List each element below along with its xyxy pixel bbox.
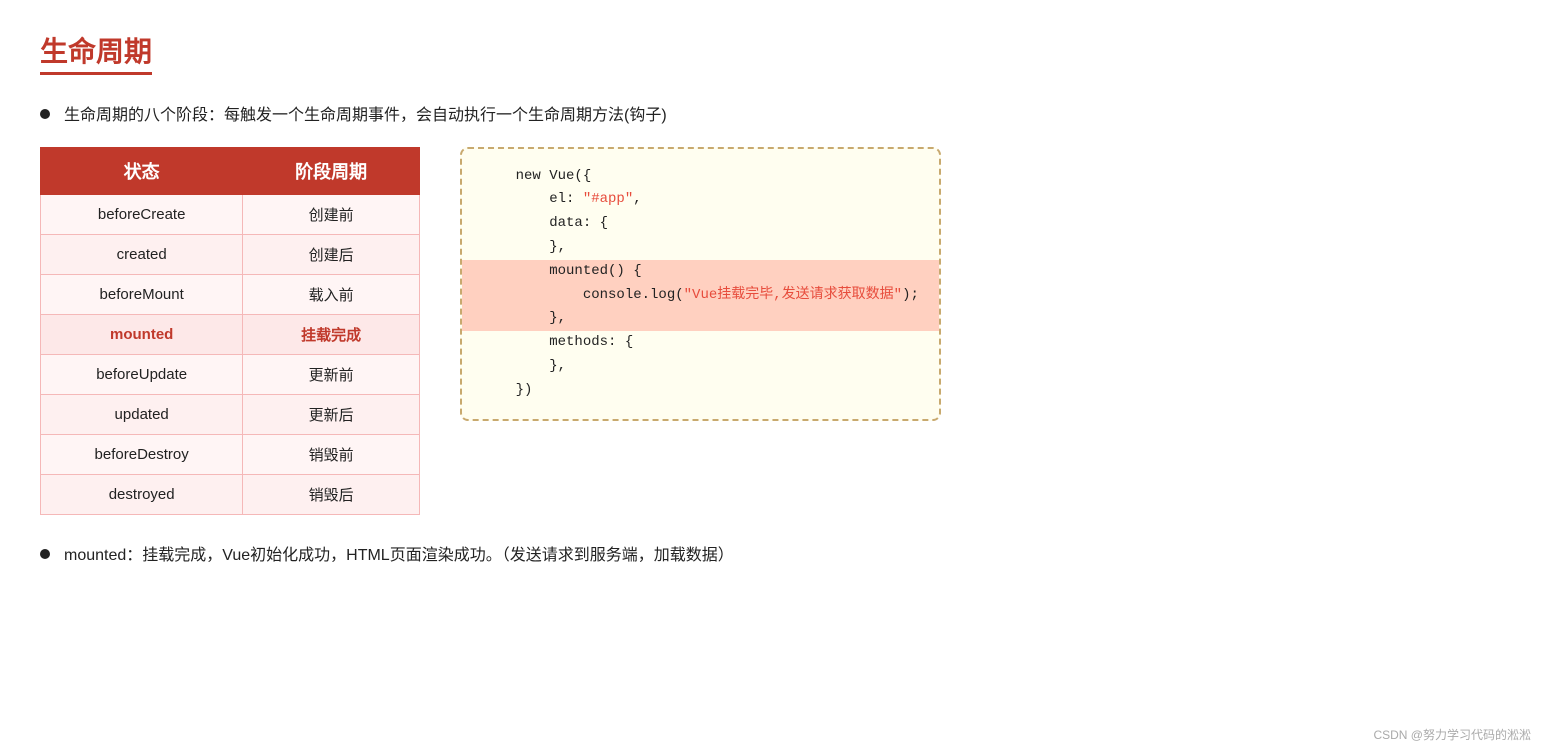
table-row: mounted挂载完成 bbox=[41, 314, 420, 354]
code-line: }, bbox=[462, 307, 939, 331]
table-header-state: 状态 bbox=[41, 147, 243, 194]
code-line: }, bbox=[482, 355, 919, 379]
page-title: 生命周期 bbox=[40, 30, 152, 75]
table-row: created创建后 bbox=[41, 234, 420, 274]
table-cell-phase: 更新前 bbox=[243, 354, 420, 394]
bottom-text: mounted：挂载完成，Vue初始化成功，HTML页面渲染成功。（发送请求到服… bbox=[64, 543, 734, 569]
bullet-dot bbox=[40, 109, 50, 119]
table-cell-state: beforeMount bbox=[41, 274, 243, 314]
intro-text: 生命周期的八个阶段：每触发一个生命周期事件，会自动执行一个生命周期方法(钩子) bbox=[64, 103, 667, 129]
code-line: mounted() { bbox=[462, 260, 939, 284]
table-row: beforeMount载入前 bbox=[41, 274, 420, 314]
table-cell-phase: 销毁后 bbox=[243, 474, 420, 514]
table-cell-phase: 更新后 bbox=[243, 394, 420, 434]
table-cell-phase: 挂载完成 bbox=[243, 314, 420, 354]
table-header-phase: 阶段周期 bbox=[243, 147, 420, 194]
table-row: beforeDestroy销毁前 bbox=[41, 434, 420, 474]
bottom-bullet: mounted：挂载完成，Vue初始化成功，HTML页面渲染成功。（发送请求到服… bbox=[40, 543, 1515, 569]
code-line: data: { bbox=[482, 212, 919, 236]
table-row: beforeUpdate更新前 bbox=[41, 354, 420, 394]
footer-note: CSDN @努力学习代码的淞淞 bbox=[1373, 726, 1531, 743]
code-line: el: "#app", bbox=[482, 188, 919, 212]
table-cell-state: destroyed bbox=[41, 474, 243, 514]
lifecycle-table: 状态 阶段周期 beforeCreate创建前created创建后beforeM… bbox=[40, 147, 420, 515]
code-line: new Vue({ bbox=[482, 165, 919, 189]
table-cell-state: updated bbox=[41, 394, 243, 434]
table-cell-phase: 载入前 bbox=[243, 274, 420, 314]
table-cell-state: created bbox=[41, 234, 243, 274]
table-cell-phase: 销毁前 bbox=[243, 434, 420, 474]
code-line: }, bbox=[482, 236, 919, 260]
code-line: }) bbox=[482, 379, 919, 403]
table-cell-state: beforeDestroy bbox=[41, 434, 243, 474]
table-cell-phase: 创建后 bbox=[243, 234, 420, 274]
table-cell-phase: 创建前 bbox=[243, 194, 420, 234]
intro-bullet: 生命周期的八个阶段：每触发一个生命周期事件，会自动执行一个生命周期方法(钩子) bbox=[40, 103, 1515, 129]
main-content: 状态 阶段周期 beforeCreate创建前created创建后beforeM… bbox=[40, 147, 1515, 515]
table-row: destroyed销毁后 bbox=[41, 474, 420, 514]
table-cell-state: beforeUpdate bbox=[41, 354, 243, 394]
table-cell-state: beforeCreate bbox=[41, 194, 243, 234]
code-line: methods: { bbox=[482, 331, 919, 355]
table-row: beforeCreate创建前 bbox=[41, 194, 420, 234]
code-block: </span> new Vue({ el: "#app", data: { },… bbox=[460, 147, 941, 421]
code-line: console.log("Vue挂载完毕,发送请求获取数据"); bbox=[462, 284, 939, 308]
table-row: updated更新后 bbox=[41, 394, 420, 434]
table-cell-state: mounted bbox=[41, 314, 243, 354]
bullet-dot-2 bbox=[40, 549, 50, 559]
